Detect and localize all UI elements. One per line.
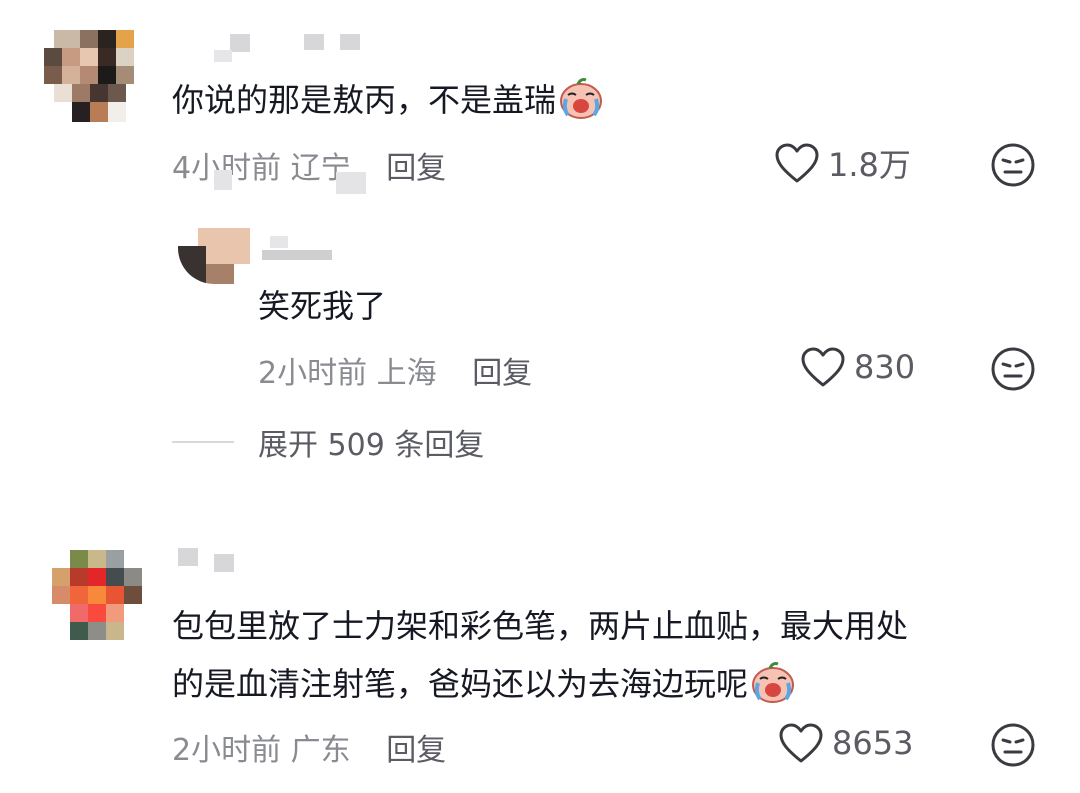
like-button[interactable]: 8653 — [778, 722, 913, 764]
heart-outline-icon — [779, 723, 823, 763]
like-count: 8653 — [832, 724, 914, 762]
username-masked[interactable] — [178, 548, 258, 572]
dislike-button[interactable] — [990, 722, 1036, 772]
neutral-face-icon — [991, 723, 1035, 767]
avatar[interactable] — [52, 550, 142, 640]
comment-meta: 2小时前 广东 回复 — [172, 725, 446, 769]
comment-time: 2小时前 — [172, 733, 282, 768]
crying-laughing-peach-emoji — [750, 659, 796, 720]
comment-text: 的是血清注射笔，爸妈还以为去海边玩呢 — [172, 656, 796, 720]
reply-button[interactable]: 回复 — [386, 733, 446, 768]
comment-location: 广东 — [290, 733, 351, 768]
comment-item: 包包里放了士力架和彩色笔，两片止血贴，最大用处 的是血清注射笔，爸妈还以为去海边… — [0, 0, 1080, 793]
comment-text: 包包里放了士力架和彩色笔，两片止血贴，最大用处 — [172, 607, 909, 645]
